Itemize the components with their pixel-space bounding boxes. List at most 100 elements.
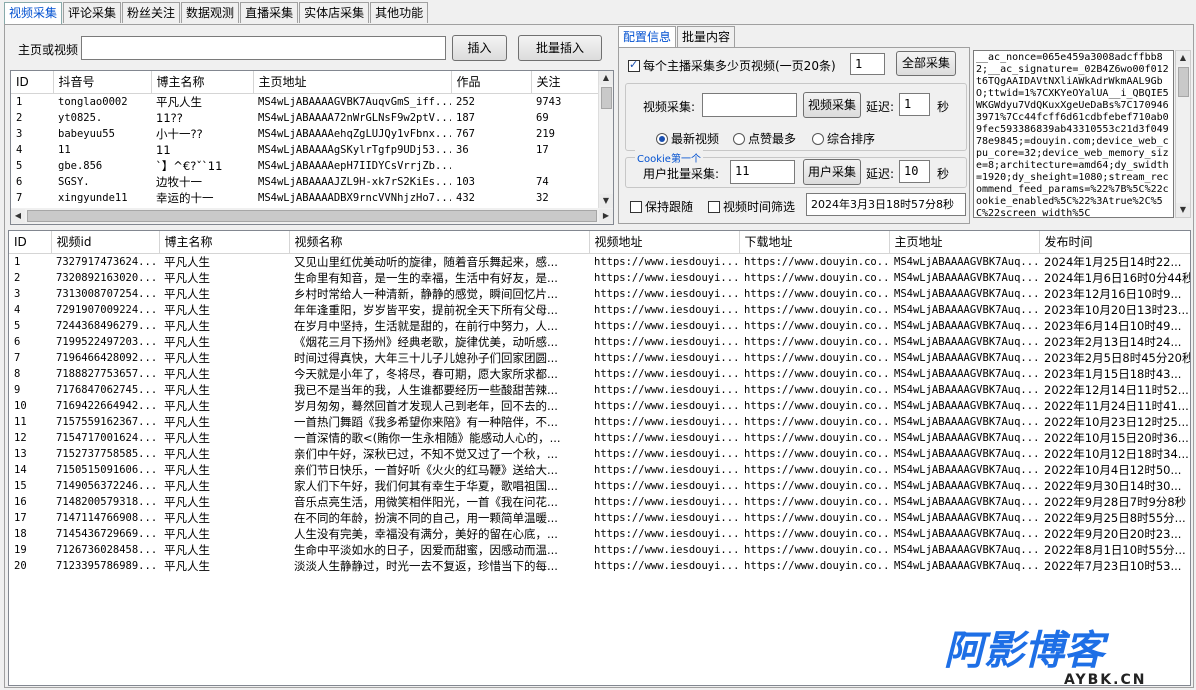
video-cell: https://www.iesdouyi... [594,543,739,556]
col-id[interactable]: ID [11,71,54,94]
user-collect-button[interactable]: 用户采集 [803,159,861,185]
video-cell: 2023年1月15日18时43... [1044,366,1182,381]
cookie-textarea[interactable]: __ac_nonce=065e459a3008adcffbb82;__ac_si… [973,50,1174,218]
video-cell: 又见山里红优美动听的旋律，随着音乐舞起来，感... [294,254,558,269]
col-video-id[interactable]: 视频id [51,231,160,254]
insert-button[interactable]: 插入 [452,35,507,61]
sort-comprehensive-option[interactable]: 综合排序 [812,130,875,147]
tab-video-collect[interactable]: 视频采集 [4,2,63,24]
delay-input-2[interactable]: 10 [899,160,930,183]
col-homepage[interactable]: 主页地址 [889,231,1040,254]
col-works[interactable]: 作品 [451,71,532,94]
scroll-thumb[interactable] [27,210,597,222]
video-row[interactable]: 4 7291907009224... 平凡人生 年年逢重阳，岁岁皆平安，提前祝全天下所… [9,302,1190,318]
collect-all-button[interactable]: 全部采集 [896,51,956,76]
video-row[interactable]: 6 7199522497203... 平凡人生 《烟花三月下扬州》经典老歌，旋律优美，… [9,334,1190,350]
scroll-thumb[interactable] [601,87,612,109]
scroll-down-icon[interactable]: ▼ [599,194,613,208]
scroll-down-icon[interactable]: ▼ [1176,203,1190,217]
sort-latest-option[interactable]: 最新视频 [656,130,719,147]
col-id[interactable]: ID [9,231,52,254]
col-blogger-name[interactable]: 博主名称 [159,231,290,254]
col-douyin-id[interactable]: 抖音号 [53,71,152,94]
tab-config[interactable]: 配置信息 [618,26,677,48]
video-cell: https://www.douyin.co... [744,463,889,476]
user-row[interactable]: 6 SGSY. 边牧十一 MS4wLjABAAAAJZL9H-xk7rS2KiEs..… [11,174,601,190]
video-collect-button[interactable]: 视频采集 [803,92,861,118]
user-row[interactable]: 2 yt0825. 11?? MS4wLjABAAAA72nWrGLNsF9w2ptV… [11,110,601,126]
video-row[interactable]: 1 7327917473624... 平凡人生 又见山里红优美动听的旋律，随着音乐舞起… [9,253,1190,270]
scroll-left-icon[interactable]: ◀ [11,209,25,223]
video-collect-input[interactable] [702,93,797,117]
video-time-filter-option[interactable]: 视频时间筛选 [708,198,795,215]
col-download-url[interactable]: 下载地址 [739,231,890,254]
per-user-pages-input[interactable]: 1 [850,53,885,75]
video-row[interactable]: 3 7313008707254... 平凡人生 乡村时常给人一种清新，静静的感觉，瞬间… [9,286,1190,302]
datetime-picker[interactable]: 2024年3月3日18时57分8秒 [806,193,966,216]
user-row[interactable]: 1 tonglao0002 平凡人生 MS4wLjABAAAAGVBK7AuqvGmS… [11,93,601,110]
user-cell: MS4wLjABAAAAGVBK7AuqvGmS_iff... [258,95,451,108]
batch-insert-button[interactable]: 批量插入 [518,35,602,61]
tab-batch-content[interactable]: 批量内容 [677,26,736,47]
video-row[interactable]: 18 7145436729669... 平凡人生 人生没有完美，幸福没有满分，美好的留… [9,526,1190,542]
video-row[interactable]: 8 7188827753657... 平凡人生 今天就是小年了，冬将尽，春可期，愿大家… [9,366,1190,382]
cookie-vscroll[interactable]: ▲ ▼ [1175,50,1191,218]
video-row[interactable]: 5 7244368496279... 平凡人生 在岁月中坚持，生活就是甜的，在前行中努… [9,318,1190,334]
video-cell: 7147114766908... [56,511,158,524]
col-video-url[interactable]: 视频地址 [589,231,740,254]
col-publish-time[interactable]: 发布时间 [1039,231,1190,254]
checkbox-icon[interactable] [630,201,642,213]
video-row[interactable]: 19 7126736028458... 平凡人生 生命中平淡如水的日子，因爱而甜蜜，因… [9,542,1190,558]
user-row[interactable]: 4 11 11 MS4wLjABAAAAgSKylrTgfp9UDj53... 36 17 [11,142,601,158]
video-row[interactable]: 16 7148200579318... 平凡人生 音乐点亮生活，用微笑相伴阳光，一首《… [9,494,1190,510]
homepage-input[interactable] [81,36,446,60]
radio-icon[interactable] [733,133,745,145]
video-cell: https://www.douyin.co... [744,495,889,508]
sort-most-liked-option[interactable]: 点赞最多 [733,130,796,147]
per-user-pages-option[interactable]: 每个主播采集多少页视频(一页20条) [628,57,836,74]
video-row[interactable]: 11 7157559162367... 平凡人生 一首热门舞蹈《我多希望你来陪》有一种… [9,414,1190,430]
col-homepage[interactable]: 主页地址 [253,71,452,94]
scroll-thumb[interactable] [1178,67,1189,97]
col-video-name[interactable]: 视频名称 [289,231,590,254]
tab-store-collect[interactable]: 实体店采集 [299,2,370,23]
checkbox-checked-icon[interactable] [628,58,640,72]
video-row[interactable]: 12 7154717001624... 平凡人生 一首深情的歌<(賄你一生永相随》能感… [9,430,1190,446]
tab-live-collect[interactable]: 直播采集 [240,2,299,23]
user-batch-input[interactable]: 11 [730,160,795,184]
tab-fans-follow[interactable]: 粉丝关注 [122,2,181,23]
user-table-vscroll[interactable]: ▲ ▼ [598,71,613,208]
video-cell: MS4wLjABAAAAGVBK7Auq... [894,351,1039,364]
video-row[interactable]: 14 7150515091606... 平凡人生 亲们节日快乐，一首好听《火火的红马鞭… [9,462,1190,478]
video-row[interactable]: 20 7123395786989... 平凡人生 淡淡人生静静过，时光一去不复返，珍惜… [9,558,1190,574]
radio-selected-icon[interactable] [656,133,668,145]
tab-other-functions[interactable]: 其他功能 [370,2,429,23]
user-row[interactable]: 7 xingyunde11 幸运的十一 MS4wLjABAAAADBX9rncVVNh… [11,190,601,206]
scroll-right-icon[interactable]: ▶ [599,209,613,223]
checkbox-icon[interactable] [708,201,720,213]
video-table[interactable]: ID 视频id 博主名称 视频名称 视频地址 下载地址 主页地址 发布时间 17… [8,230,1191,686]
scroll-up-icon[interactable]: ▲ [599,71,613,85]
video-row[interactable]: 2 7320892163020... 平凡人生 生命里有知音，是一生的幸福，生活中有好… [9,270,1190,286]
user-cell: 幸运的十一 [156,190,214,205]
user-table-hscroll[interactable]: ◀ ▶ [11,208,613,224]
user-row[interactable]: 5 gbe.856 `】^€?ˇ`11 MS4wLjABAAAAepH7IIDYCsV… [11,158,601,174]
delay-input-1[interactable]: 1 [899,93,930,116]
radio-icon[interactable] [812,133,824,145]
video-row[interactable]: 13 7152737758585... 平凡人生 亲们中午好，深秋已过，不知不觉又过了… [9,446,1190,462]
user-row[interactable]: 3 babeyuu55 小十一?? MS4wLjABAAAAehqZgLUJQy1vF… [11,126,601,142]
keep-follow-option[interactable]: 保持跟随 [630,198,693,215]
col-blogger-name[interactable]: 博主名称 [151,71,254,94]
col-follow[interactable]: 关注 [531,71,602,94]
video-row[interactable]: 9 7176847062745... 平凡人生 我已不是当年的我，人生谁都要经历一些酸… [9,382,1190,398]
video-row[interactable]: 15 7149056372246... 平凡人生 家人们下午好，我们何其有幸生于华夏，… [9,478,1190,494]
tab-comment-collect[interactable]: 评论采集 [63,2,122,23]
user-cell: 432 [456,191,475,204]
video-row[interactable]: 17 7147114766908... 平凡人生 在不同的年龄，扮演不同的自己，用一颗… [9,510,1190,526]
scroll-up-icon[interactable]: ▲ [1176,51,1190,65]
video-row[interactable]: 7 7196466428092... 平凡人生 时间过得真快，大年三十儿子儿媳孙子们回… [9,350,1190,366]
user-table[interactable]: ID 抖音号 博主名称 主页地址 作品 关注 1 tonglao0002 平凡人生 M… [10,70,614,225]
tab-data-observe[interactable]: 数据观测 [181,2,240,23]
video-cell: 7123395786989... [56,559,158,572]
video-row[interactable]: 10 7169422664942... 平凡人生 岁月匆匆，蓦然回首才发现人己到老年，… [9,398,1190,414]
